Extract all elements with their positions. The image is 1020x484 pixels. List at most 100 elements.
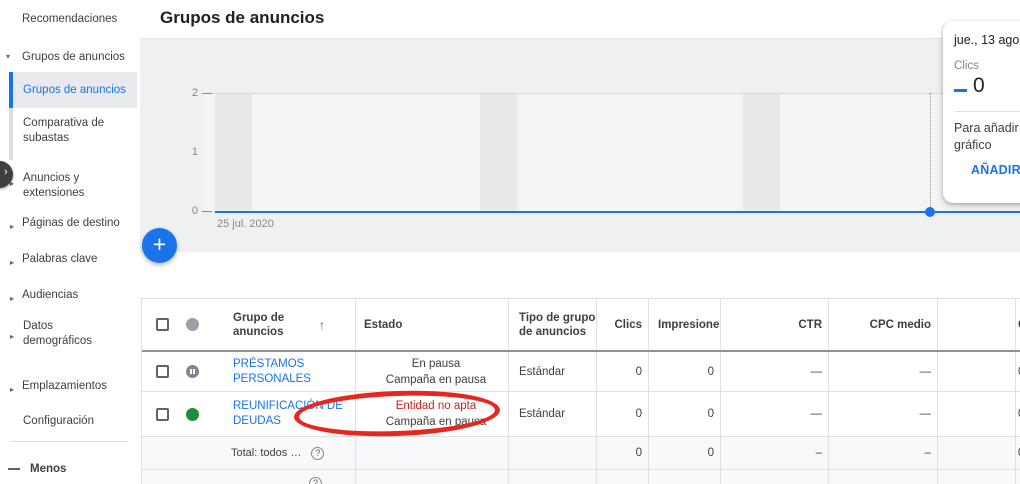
estado-line2: Campaña en pausa	[386, 414, 486, 430]
extra-cell	[938, 392, 1016, 436]
clipped-cell: 0	[1016, 437, 1020, 469]
tooltip-date: jue., 13 ago.	[954, 33, 1020, 47]
sidebar-item-comparativa-de-subastas[interactable]: Comparativa de subastas	[23, 116, 123, 146]
estado-cell	[356, 470, 509, 484]
column-header-grupo[interactable]: Grupo de anuncios	[233, 311, 311, 339]
total-label-cell: Total: todos … ?	[142, 437, 356, 469]
chevron-down-icon[interactable]: ▾	[6, 52, 10, 61]
add-ad-group-fab[interactable]: +	[142, 228, 177, 263]
cpc-cell	[829, 470, 938, 484]
gridline	[205, 93, 1020, 94]
ctr-cell: —	[721, 352, 829, 391]
column-header-clics[interactable]: Clics	[597, 299, 649, 350]
sidebar-item-configuracion[interactable]: Configuración	[23, 414, 94, 429]
ad-groups-table: Grupo de anuncios ↑ Estado Tipo de grupo…	[141, 298, 1020, 484]
sidebar-item-grupos-de-anuncios[interactable]: Grupos de anuncios	[22, 50, 125, 65]
extra-cell	[938, 352, 1016, 391]
chevron-right-icon[interactable]: ▸	[10, 222, 14, 231]
series-legend-swatch	[954, 89, 967, 92]
hover-crosshair-line	[930, 93, 931, 207]
clipped-cell: 0	[1016, 392, 1020, 436]
total-row: Total: todos … ? 0 0 – – 0	[142, 437, 1020, 470]
estado-cell	[356, 437, 509, 469]
column-header-tipo[interactable]: Tipo de grupo de anuncios	[509, 299, 597, 350]
sidebar-item-datos-demograficos[interactable]: Datos demográficos	[23, 319, 118, 349]
chevron-right-icon[interactable]: ▸	[10, 332, 14, 341]
chevron-right-icon[interactable]: ▸	[10, 258, 14, 267]
estado-line1: Entidad no apta	[396, 398, 477, 414]
sidebar-item-paginas-de-destino[interactable]: Páginas de destino	[22, 216, 120, 231]
column-header-cpc[interactable]: CPC medio	[829, 299, 938, 350]
select-all-checkbox[interactable]	[156, 318, 169, 331]
cpc-total-cell: –	[829, 437, 938, 469]
subnav-rail	[9, 108, 13, 160]
sidebar-item-anuncios-y-extensiones[interactable]: Anuncios y extensiones	[23, 171, 118, 201]
y-tick-label: 2	[178, 87, 198, 99]
row-checkbox[interactable]	[156, 408, 169, 421]
help-icon[interactable]: ?	[309, 477, 322, 484]
x-tick-label: 25 jul. 2020	[217, 218, 274, 230]
status-dot-icon	[186, 318, 199, 331]
enabled-status-icon[interactable]	[186, 408, 199, 421]
sidebar-item-palabras-clave[interactable]: Palabras clave	[22, 252, 97, 267]
impresiones-cell	[649, 470, 721, 484]
table-row: PRÉSTAMOS PERSONALES En pausa Campaña en…	[142, 352, 1020, 392]
ad-group-link[interactable]: PRÉSTAMOS PERSONALES	[233, 357, 351, 387]
hover-data-point	[925, 207, 935, 217]
row-name-cell: REUNIFICACIÓN DE DEUDAS	[142, 392, 356, 436]
sidebar: Recomendaciones ▾ Grupos de anuncios Gru…	[0, 0, 140, 484]
chevron-right-icon[interactable]: ▸	[10, 294, 14, 303]
ctr-cell: —	[721, 392, 829, 436]
cpc-cell: —	[829, 352, 938, 391]
add-metric-button[interactable]: AÑADIR N	[971, 163, 1020, 177]
impresiones-cell: 0	[649, 392, 721, 436]
partial-total-row: ?	[142, 470, 1020, 484]
sidebar-item-menos[interactable]: Menos	[30, 462, 66, 477]
weekend-band	[480, 93, 517, 212]
table-row: REUNIFICACIÓN DE DEUDAS Entidad no apta …	[142, 392, 1020, 437]
column-header-estado[interactable]: Estado	[356, 299, 509, 350]
column-header-impresiones[interactable]: Impresiones	[649, 299, 721, 350]
paused-status-icon[interactable]	[186, 365, 199, 378]
chart-tooltip-card: jue., 13 ago. Clics 0 Para añadir u gráf…	[943, 21, 1020, 203]
row-checkbox[interactable]	[156, 365, 169, 378]
sidebar-divider	[10, 441, 128, 442]
table-header-row: Grupo de anuncios ↑ Estado Tipo de grupo…	[142, 299, 1020, 352]
estado-line2: Campaña en pausa	[386, 372, 486, 388]
sidebar-item-grupos-de-anuncios-selected[interactable]: Grupos de anuncios	[13, 72, 137, 108]
impresiones-cell: 0	[649, 352, 721, 391]
chart-plot-area[interactable]	[205, 93, 1020, 212]
help-icon[interactable]: ?	[311, 447, 324, 460]
sidebar-item-recomendaciones[interactable]: Recomendaciones	[22, 12, 117, 27]
sidebar-item-emplazamientos[interactable]: Emplazamientos	[22, 379, 107, 394]
clics-cell	[597, 470, 649, 484]
tooltip-note-line1: Para añadir u	[954, 121, 1020, 135]
chevron-right-icon: ›	[4, 166, 8, 178]
clipped-cell	[1016, 470, 1020, 484]
chevron-right-icon[interactable]: ▸	[10, 385, 14, 394]
extra-cell	[938, 437, 1016, 469]
sort-ascending-icon[interactable]: ↑	[319, 318, 325, 332]
y-tick-label: 1	[178, 146, 198, 158]
tipo-cell	[509, 470, 597, 484]
header-group-cell: Grupo de anuncios ↑	[142, 299, 356, 350]
ctr-total-cell: –	[721, 437, 829, 469]
sidebar-item-audiencias[interactable]: Audiencias	[22, 288, 78, 303]
minus-icon	[8, 468, 20, 470]
extra-cell	[938, 470, 1016, 484]
column-header-ctr[interactable]: CTR	[721, 299, 829, 350]
sidebar-item-label: Grupos de anuncios	[23, 84, 126, 96]
clipped-cell: 0	[1016, 352, 1020, 391]
google-ads-app: Recomendaciones ▾ Grupos de anuncios Gru…	[0, 0, 1020, 484]
tipo-cell: Estándar	[509, 352, 597, 391]
ad-group-link[interactable]: REUNIFICACIÓN DE DEUDAS	[233, 399, 351, 429]
performance-chart: 2 1 0 25 jul. 2020	[140, 38, 1020, 252]
tooltip-metric-value: 0	[973, 74, 985, 98]
estado-line1: En pausa	[412, 356, 461, 372]
axis-tick	[202, 93, 212, 94]
estado-cell: En pausa Campaña en pausa	[356, 352, 509, 391]
column-header-clipped[interactable]: C	[1016, 299, 1020, 350]
tooltip-metric-label: Clics	[954, 60, 979, 72]
axis-tick	[202, 211, 212, 212]
weekend-band	[215, 93, 252, 212]
